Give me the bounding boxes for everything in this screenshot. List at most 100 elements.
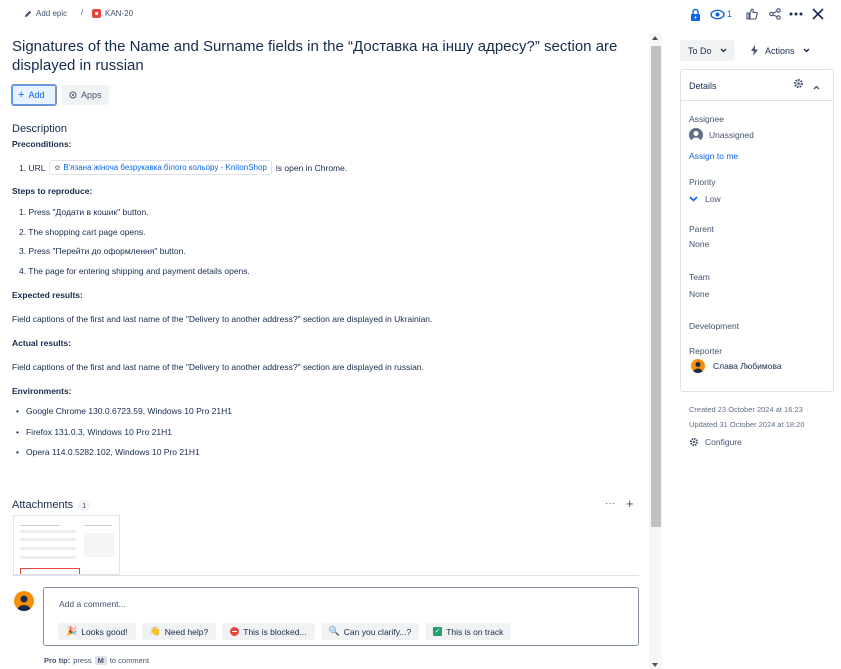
details-header[interactable]: Details: [681, 70, 833, 101]
updated-timestamp: Updated 31 October 2024 at 18:20: [689, 420, 805, 429]
reporter-field[interactable]: Слава Любимова: [691, 359, 782, 373]
add-epic-link[interactable]: Add epic: [24, 9, 67, 18]
actions-label: Actions: [765, 45, 795, 56]
team-value[interactable]: None: [689, 289, 709, 299]
watch-count: 1: [727, 9, 733, 19]
issue-key-link[interactable]: KAN-20: [92, 9, 133, 18]
actual-text: Field captions of the first and last nam…: [12, 362, 424, 372]
add-label: Add: [28, 90, 45, 100]
share-icon[interactable]: [768, 7, 781, 21]
step-item: 2. The shopping cart page opens.: [19, 226, 146, 237]
bug-icon: [92, 9, 101, 18]
status-label: To Do: [688, 45, 712, 56]
lock-icon[interactable]: [689, 7, 702, 21]
breadcrumb-separator: /: [81, 8, 84, 17]
wave-icon: 👋: [149, 626, 161, 636]
reporter-value: Слава Любимова: [713, 361, 782, 371]
actions-dropdown[interactable]: Actions: [744, 40, 816, 61]
scroll-down-arrow-icon[interactable]: [652, 663, 658, 667]
unassigned-avatar-icon: [689, 128, 703, 142]
party-icon: 🎉: [66, 626, 78, 636]
quick-reply-need-help[interactable]: 👋 Need help?: [141, 623, 217, 640]
watch-button[interactable]: 1: [710, 7, 732, 21]
no-entry-icon: [230, 627, 240, 636]
environments-list: • Google Chrome 130.0.6723.59, Windows 10…: [16, 406, 642, 468]
comment-box[interactable]: Add a comment... 🎉 Looks good! 👋 Need help…: [43, 587, 639, 646]
environment-item: • Google Chrome 130.0.6723.59, Windows 10…: [16, 406, 232, 416]
issue-title[interactable]: Signatures of the Name and Surname field…: [12, 37, 642, 75]
comment-input[interactable]: Add a comment...: [59, 599, 126, 609]
site-favicon-icon: ✿: [54, 164, 61, 172]
settings-gear-icon[interactable]: [793, 78, 804, 91]
chevron-up-icon[interactable]: [813, 82, 820, 92]
divider: [12, 575, 639, 576]
step-item: 3. Press "Перейти до оформлення" button.: [19, 246, 186, 256]
attachments-header: Attachments 1: [12, 499, 91, 511]
scroll-up-arrow-icon[interactable]: [652, 36, 658, 40]
parent-label: Parent: [689, 224, 715, 234]
magnifier-icon: 🔍: [328, 626, 340, 636]
plus-icon: +: [18, 89, 25, 101]
attachment-thumbnail[interactable]: [13, 515, 120, 575]
precondition-item: 1. URL ✿ В'язана жіноча безрукавка білог…: [19, 160, 642, 175]
steps-list: 1. Press "Додати в кошик" button. 2. The…: [19, 207, 642, 285]
status-dropdown[interactable]: To Do: [680, 40, 735, 61]
add-epic-label: Add epic: [36, 9, 68, 18]
parent-value[interactable]: None: [689, 239, 709, 249]
top-bar: Add epic / KAN-20 1: [0, 0, 841, 30]
pro-tip-label: Pro tip:: [44, 656, 71, 665]
more-actions-icon[interactable]: [788, 7, 803, 21]
configure-label: Configure: [705, 437, 742, 447]
expected-heading: Expected results:: [12, 290, 83, 300]
precondition-suffix: is open in Chrome.: [275, 162, 348, 173]
description-heading: Description: [12, 123, 68, 135]
reporter-avatar: [691, 359, 705, 373]
attachments-add-icon[interactable]: +: [626, 496, 634, 511]
details-title: Details: [689, 81, 717, 91]
step-item: 4. The page for entering shipping and pa…: [19, 265, 250, 276]
smart-link-text: В'язана жіноча безрукавка білого кольору…: [63, 163, 267, 172]
apps-icon: [69, 91, 77, 99]
actual-heading: Actual results:: [12, 338, 72, 348]
quick-reply-looks-good[interactable]: 🎉 Looks good!: [58, 623, 136, 640]
issue-key: KAN-20: [105, 9, 134, 18]
attachments-heading: Attachments: [12, 499, 74, 511]
description-body[interactable]: Preconditions: 1. URL ✿ В'язана жіноча б…: [12, 139, 642, 468]
apps-button[interactable]: Apps: [62, 85, 109, 105]
configure-button[interactable]: Configure: [689, 437, 742, 447]
quick-reply-on-track[interactable]: ✓ This is on track: [425, 623, 512, 640]
environment-item: • Opera 114.0.5282.102, Windows 10 Pro 21…: [16, 447, 200, 457]
created-timestamp: Created 23 October 2024 at 16:23: [689, 405, 803, 414]
reporter-label: Reporter: [689, 346, 723, 356]
gear-icon: [689, 437, 699, 447]
priority-field[interactable]: Low: [689, 194, 721, 204]
close-icon[interactable]: [811, 7, 825, 21]
attachments-more-icon[interactable]: ···: [605, 498, 615, 509]
chevron-down-icon: [803, 48, 809, 53]
quick-reply-clarify[interactable]: 🔍 Can you clarify...?: [320, 623, 420, 640]
precondition-prefix: 1. URL: [19, 162, 46, 173]
priority-value: Low: [705, 194, 721, 204]
add-button[interactable]: + Add: [11, 84, 57, 106]
steps-heading: Steps to reproduce:: [12, 186, 93, 196]
environment-item: • Firefox 131.0.3, Windows 10 Pro 21H1: [16, 426, 172, 437]
pro-tip-suffix: to comment: [109, 656, 150, 665]
preconditions-heading: Preconditions:: [12, 139, 72, 149]
priority-label: Priority: [689, 177, 716, 187]
priority-low-icon: [689, 196, 698, 202]
like-icon[interactable]: [745, 7, 758, 21]
pro-tip: Pro tip: press M to comment: [44, 656, 149, 665]
eye-icon: [710, 9, 725, 19]
current-user-avatar: [14, 591, 34, 611]
smart-link[interactable]: ✿ В'язана жіноча безрукавка білого кольо…: [49, 160, 272, 175]
pro-tip-press: press: [73, 656, 92, 665]
assignee-label: Assignee: [689, 114, 724, 124]
attachments-count: 1: [78, 499, 91, 511]
environments-heading: Environments:: [12, 386, 72, 396]
pencil-icon: [24, 10, 32, 17]
assignee-field[interactable]: Unassigned: [689, 128, 754, 142]
quick-reply-blocked[interactable]: This is blocked...: [222, 623, 315, 640]
development-label: Development: [689, 321, 740, 331]
scrollbar-thumb[interactable]: [651, 46, 661, 527]
assign-to-me-link[interactable]: Assign to me: [689, 151, 738, 161]
